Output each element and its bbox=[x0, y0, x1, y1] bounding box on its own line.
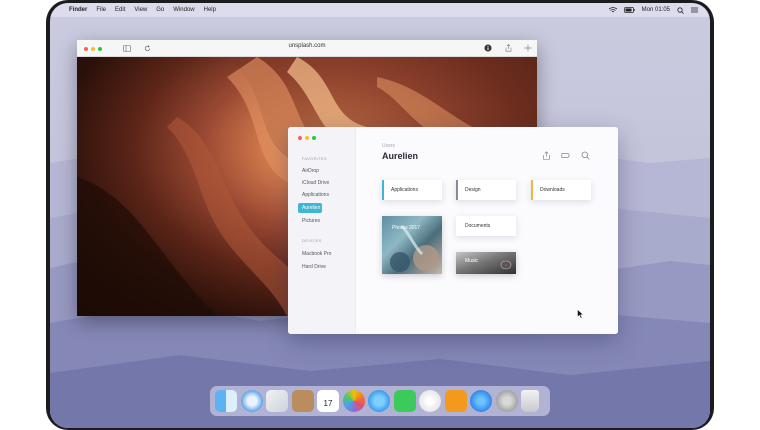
calendar-dock-icon[interactable]: 17 bbox=[317, 390, 339, 412]
messages-dock-icon[interactable] bbox=[368, 390, 390, 412]
favorites-heading: FAVORITES bbox=[302, 156, 327, 161]
sidebar-item-applications[interactable]: Applications bbox=[298, 190, 350, 200]
menu-clock[interactable]: Mon 01:05 bbox=[642, 7, 670, 13]
share-icon[interactable] bbox=[505, 44, 512, 52]
photos-dock-icon[interactable] bbox=[343, 390, 365, 412]
menu-edit[interactable]: Edit bbox=[115, 7, 125, 13]
finder-dock-icon[interactable] bbox=[215, 390, 237, 412]
sidebar-item-hard-drive[interactable]: Hard Drive bbox=[298, 262, 350, 272]
system-preferences-dock-icon[interactable] bbox=[496, 390, 518, 412]
sidebar-item-pictures[interactable]: Pictures bbox=[298, 216, 350, 226]
folder-design[interactable]: Design bbox=[456, 180, 516, 200]
desktop: Finder File Edit View Go Window Help Mon… bbox=[50, 3, 710, 428]
menu-file[interactable]: File bbox=[96, 7, 106, 13]
folder-label: Design bbox=[465, 187, 481, 193]
folder-label: Documents bbox=[465, 223, 491, 229]
tile-label: Photos 2017 bbox=[392, 225, 421, 231]
music-folder[interactable]: Music bbox=[456, 252, 516, 274]
itunes-dock-icon[interactable] bbox=[419, 390, 441, 412]
trash-dock-icon[interactable] bbox=[521, 390, 539, 412]
contacts-dock-icon[interactable] bbox=[292, 390, 314, 412]
menu-go[interactable]: Go bbox=[156, 7, 164, 13]
battery-icon[interactable] bbox=[623, 7, 635, 13]
menu-bar: Finder File Edit View Go Window Help Mon… bbox=[50, 3, 710, 17]
info-icon[interactable] bbox=[484, 44, 492, 52]
address-bar[interactable]: unsplash.com bbox=[77, 43, 537, 49]
sidebar-item-aurelien[interactable]: Aurelien bbox=[298, 203, 322, 213]
folder-color-bar bbox=[531, 180, 533, 200]
minimize-button[interactable] bbox=[305, 136, 309, 140]
folder-applications[interactable]: Applications bbox=[382, 180, 442, 200]
zoom-button[interactable] bbox=[312, 136, 316, 140]
menu-help[interactable]: Help bbox=[204, 7, 216, 13]
close-button[interactable] bbox=[298, 136, 302, 140]
folder-label: Applications bbox=[391, 187, 418, 193]
folder-color-bar bbox=[456, 180, 458, 200]
mail-dock-icon[interactable] bbox=[266, 390, 288, 412]
dock: 17 bbox=[210, 386, 550, 416]
folder-documents[interactable]: Documents bbox=[456, 216, 516, 236]
breadcrumb[interactable]: Users bbox=[382, 143, 395, 149]
facetime-dock-icon[interactable] bbox=[394, 390, 416, 412]
folder-color-bar bbox=[382, 180, 384, 200]
finder-content: Users Aurelien Applications Design Downl… bbox=[356, 127, 618, 334]
menu-view[interactable]: View bbox=[134, 7, 147, 13]
sidebar-item-macbook-pro[interactable]: Macbook Pro bbox=[298, 249, 350, 259]
finder-sidebar: FAVORITES AirDrop iCloud Drive Applicati… bbox=[288, 127, 356, 334]
folder-downloads[interactable]: Downloads bbox=[531, 180, 591, 200]
device: Finder File Edit View Go Window Help Mon… bbox=[0, 0, 760, 430]
sidebar-item-icloud-drive[interactable]: iCloud Drive bbox=[298, 178, 350, 188]
ibooks-dock-icon[interactable] bbox=[445, 390, 467, 412]
sidebar-item-airdrop[interactable]: AirDrop bbox=[298, 166, 350, 176]
safari-dock-icon[interactable] bbox=[241, 390, 263, 412]
devices-heading: DEVICES bbox=[302, 238, 322, 243]
photos-2017-folder[interactable]: Photos 2017 bbox=[382, 216, 442, 274]
menu-window[interactable]: Window bbox=[173, 7, 194, 13]
search-icon[interactable] bbox=[581, 151, 590, 160]
notification-center-icon[interactable] bbox=[691, 7, 698, 13]
spotlight-search-icon[interactable] bbox=[677, 6, 684, 14]
safari-toolbar: unsplash.com bbox=[77, 40, 537, 57]
finder-window: FAVORITES AirDrop iCloud Drive Applicati… bbox=[288, 127, 618, 334]
app-store-dock-icon[interactable] bbox=[470, 390, 492, 412]
mouse-cursor-icon bbox=[577, 309, 584, 319]
wifi-icon[interactable] bbox=[608, 7, 617, 13]
tag-icon[interactable] bbox=[561, 151, 570, 160]
new-tab-icon[interactable] bbox=[524, 44, 532, 52]
page-title: Aurelien bbox=[382, 151, 419, 161]
tile-label: Music bbox=[465, 258, 479, 264]
menu-app-name[interactable]: Finder bbox=[69, 7, 87, 13]
share-icon[interactable] bbox=[542, 151, 551, 160]
folder-label: Downloads bbox=[540, 187, 565, 193]
